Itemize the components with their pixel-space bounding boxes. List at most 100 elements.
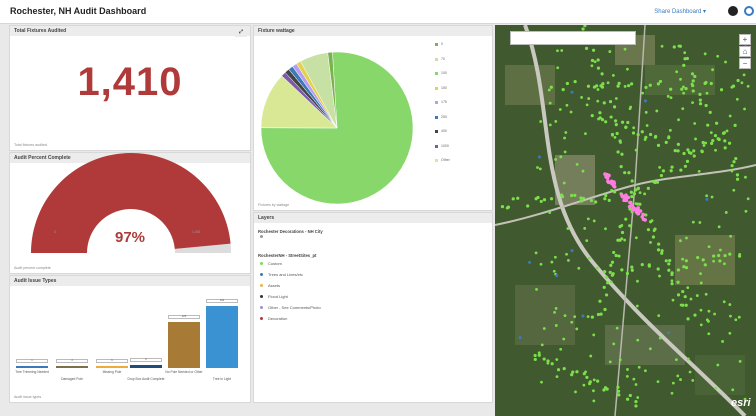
fixture-point[interactable] — [539, 262, 543, 266]
fixture-point[interactable] — [556, 66, 560, 70]
fixture-point[interactable] — [542, 327, 546, 330]
fixture-point[interactable] — [637, 365, 641, 369]
fixture-point[interactable] — [707, 332, 711, 336]
fixture-point[interactable] — [625, 375, 629, 378]
tree-line-point[interactable] — [581, 314, 585, 318]
fixture-point[interactable] — [660, 44, 664, 48]
bar-1[interactable] — [56, 366, 88, 368]
fixture-point[interactable] — [648, 347, 652, 351]
fixture-point[interactable] — [674, 358, 678, 362]
fixture-point[interactable] — [636, 133, 640, 137]
fixture-point[interactable] — [580, 199, 584, 203]
fixture-point[interactable] — [723, 146, 727, 150]
fixture-point[interactable] — [506, 205, 511, 209]
fixture-point[interactable] — [612, 250, 616, 255]
fixture-point[interactable] — [690, 72, 695, 76]
tree-line-point[interactable] — [644, 99, 648, 103]
fixture-point[interactable] — [724, 211, 728, 214]
fixture-point[interactable] — [577, 266, 581, 270]
fixture-point[interactable] — [600, 72, 604, 76]
legend-item[interactable]: 1000 — [435, 144, 485, 159]
fixture-point[interactable] — [609, 280, 613, 284]
fixture-point[interactable] — [611, 133, 614, 137]
layer-item[interactable] — [258, 234, 478, 245]
fixture-point[interactable] — [617, 81, 621, 85]
layer-item[interactable]: Decoration — [258, 316, 478, 327]
fixture-point[interactable] — [718, 248, 722, 252]
fixture-point[interactable] — [582, 196, 585, 200]
fixture-point[interactable] — [580, 96, 583, 99]
fixture-point[interactable] — [655, 109, 659, 113]
fixture-point[interactable] — [729, 314, 732, 318]
fixture-point[interactable] — [587, 256, 591, 260]
fixture-point[interactable] — [627, 171, 631, 175]
fixture-point[interactable] — [590, 64, 594, 68]
fixture-point[interactable] — [600, 117, 605, 122]
fixture-point[interactable] — [554, 120, 558, 123]
fixture-point[interactable] — [534, 251, 538, 255]
layer-item[interactable]: Custom — [258, 261, 478, 272]
fixture-point[interactable] — [703, 52, 707, 56]
fixture-point[interactable] — [644, 110, 648, 114]
fixture-point[interactable] — [718, 259, 722, 263]
fixture-point[interactable] — [553, 255, 557, 259]
fixture-point[interactable] — [548, 211, 552, 214]
fixture-point[interactable] — [670, 272, 674, 277]
fixture-point[interactable] — [533, 353, 537, 358]
fixture-point[interactable] — [612, 342, 616, 346]
expand-icon[interactable]: ⤢ — [234, 27, 247, 37]
fixture-point[interactable] — [676, 268, 681, 272]
fixture-point[interactable] — [624, 217, 628, 221]
fixture-point[interactable] — [559, 347, 563, 351]
fixture-point[interactable] — [542, 198, 547, 202]
fixture-point[interactable] — [664, 259, 668, 263]
fixture-point[interactable] — [596, 66, 601, 70]
fixture-point[interactable] — [626, 67, 629, 71]
fixture-point[interactable] — [742, 73, 746, 77]
fixture-point[interactable] — [735, 97, 739, 101]
fixture-point[interactable] — [589, 198, 594, 203]
fixture-point[interactable] — [555, 375, 559, 379]
fixture-point[interactable] — [554, 306, 558, 310]
fixture-point[interactable] — [699, 323, 703, 327]
fixture-point[interactable] — [693, 122, 697, 125]
fixture-point[interactable] — [604, 120, 608, 124]
fixture-point[interactable] — [596, 379, 600, 383]
fixture-point[interactable] — [733, 123, 737, 127]
fixture-point[interactable] — [656, 248, 661, 252]
fixture-point[interactable] — [683, 295, 687, 299]
fixture-point[interactable] — [598, 299, 602, 303]
fixture-point[interactable] — [607, 198, 611, 202]
legend-item[interactable]: Other — [435, 158, 485, 173]
fixture-point[interactable] — [711, 68, 714, 72]
fixture-point[interactable] — [546, 361, 550, 365]
fixture-point[interactable] — [649, 241, 652, 244]
fixture-point[interactable] — [555, 358, 559, 361]
fixture-point[interactable] — [575, 370, 579, 374]
tree-line-point[interactable] — [518, 336, 522, 340]
fixture-point[interactable] — [652, 179, 656, 184]
fixture-point[interactable] — [608, 50, 612, 53]
fixture-point[interactable] — [625, 271, 630, 276]
fixture-point[interactable] — [619, 164, 623, 169]
fixture-point[interactable] — [547, 88, 551, 92]
fixture-point[interactable] — [704, 141, 708, 145]
fixture-point[interactable] — [721, 131, 726, 135]
fixture-point[interactable] — [554, 158, 557, 161]
fixture-point[interactable] — [549, 197, 554, 201]
decoration-point[interactable] — [633, 207, 638, 211]
fixture-point[interactable] — [500, 204, 505, 209]
fixture-point[interactable] — [668, 128, 672, 132]
fixture-point[interactable] — [570, 373, 574, 377]
fixture-point[interactable] — [656, 82, 661, 86]
fixture-point[interactable] — [724, 60, 727, 64]
legend-item[interactable]: 175 — [435, 100, 485, 115]
fixture-point[interactable] — [700, 149, 704, 153]
fixture-point[interactable] — [592, 389, 595, 393]
fixture-point[interactable] — [590, 58, 595, 63]
fixture-point[interactable] — [701, 140, 705, 145]
fixture-point[interactable] — [692, 154, 696, 158]
bar-2[interactable] — [96, 365, 128, 368]
fixture-point[interactable] — [734, 318, 738, 322]
fixture-point[interactable] — [667, 268, 671, 272]
